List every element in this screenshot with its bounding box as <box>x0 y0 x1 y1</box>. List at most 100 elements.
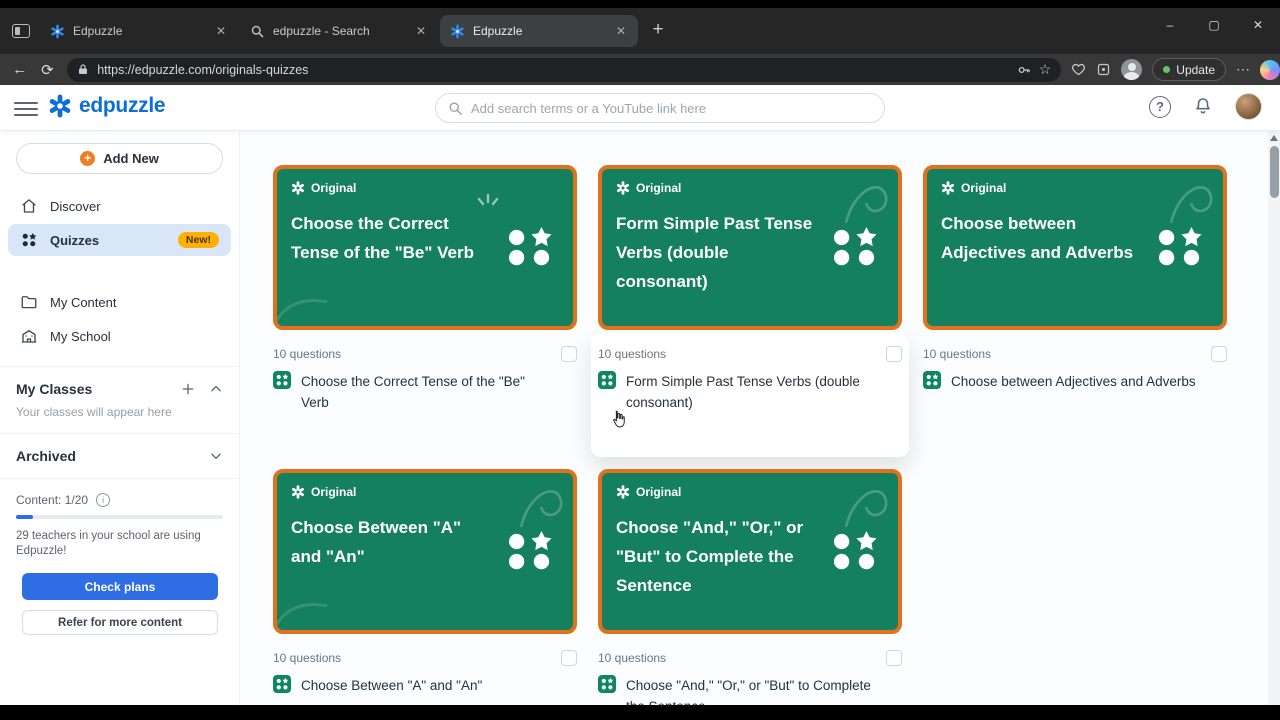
quiz-list-title: Choose between Adjectives and Adverbs <box>951 374 1196 389</box>
minimize-button[interactable]: – <box>1148 8 1192 42</box>
chevron-down-icon[interactable] <box>209 449 223 463</box>
hamburger-menu-icon[interactable] <box>14 98 38 118</box>
loop-doodle <box>1169 186 1213 224</box>
plus-icon: + <box>80 151 96 166</box>
search-input[interactable] <box>471 100 872 116</box>
tab-close-icon[interactable]: ✕ <box>612 22 630 40</box>
quiz-list-title: Choose "And," "Or," or "But" to Complete… <box>626 678 871 705</box>
quiz-mini-icon <box>598 371 616 389</box>
edpuzzle-flower-icon <box>292 181 304 195</box>
edpuzzle-flower-icon <box>617 181 629 195</box>
quiz-card-title: Choose between Adjectives and Adverbs <box>941 214 1134 262</box>
favorites-star-icon[interactable]: ☆ <box>1039 61 1052 78</box>
content-usage: Content: 1/20 i <box>16 493 223 507</box>
browser-tab-1[interactable]: Edpuzzle ✕ <box>40 15 238 47</box>
quiz-card-title: Form Simple Past Tense Verbs (double con… <box>616 214 813 291</box>
password-key-icon[interactable] <box>1017 63 1031 77</box>
quiz-card[interactable]: Original Choose "And," "Or," or "But" to… <box>598 469 902 634</box>
edpuzzle-logo[interactable]: edpuzzle <box>48 94 166 118</box>
browser-menu-icon[interactable]: ⋯ <box>1236 61 1250 78</box>
quiz-mini-icon <box>598 675 616 693</box>
check-plans-button[interactable]: Check plans <box>22 573 218 600</box>
update-button[interactable]: Update <box>1152 58 1226 81</box>
sidebar-item-label: Discover <box>50 198 101 214</box>
help-icon[interactable]: ? <box>1149 95 1171 118</box>
chevron-up-icon[interactable] <box>209 382 223 396</box>
sidebar-item-label: My School <box>50 328 111 344</box>
copilot-icon[interactable] <box>1260 59 1280 80</box>
quiz-list-link[interactable]: Choose the Correct Tense of the "Be" Ver… <box>273 371 577 413</box>
browser-essentials-icon[interactable] <box>1071 62 1086 77</box>
quiz-list-title: Form Simple Past Tense Verbs (double con… <box>626 374 860 410</box>
quiz-meta: 10 questions Choose the Correct Tense of… <box>273 346 577 413</box>
questions-count: 10 questions <box>598 347 667 361</box>
quiz-list-link[interactable]: Choose "And," "Or," or "But" to Complete… <box>598 675 902 705</box>
quiz-card[interactable]: Original Choose between Adjectives and A… <box>923 165 1227 330</box>
sidebar-item-my-school[interactable]: My School <box>8 320 231 352</box>
quiz-cell-4: Original Choose Between "A" and "An" 10 … <box>273 469 577 705</box>
select-checkbox[interactable] <box>561 346 577 362</box>
screen: Edpuzzle ✕ edpuzzle - Search ✕ Edpuzzle … <box>0 0 1280 720</box>
teachers-note: 29 teachers in your school are using Edp… <box>16 530 201 557</box>
browser-tab-3-active[interactable]: Edpuzzle ✕ <box>440 15 638 47</box>
quiz-card[interactable]: Original Form Simple Past Tense Verbs (d… <box>598 165 902 330</box>
scrollbar-up-arrow[interactable] <box>1270 135 1278 141</box>
scrollbar-thumb[interactable] <box>1269 146 1279 198</box>
edpuzzle-app: edpuzzle ? + Add New Discover <box>0 85 1280 705</box>
back-icon[interactable]: ← <box>6 61 34 78</box>
original-badge-label: Original <box>636 485 682 499</box>
sidebar-item-discover[interactable]: Discover <box>8 190 231 222</box>
quiz-list-link[interactable]: Form Simple Past Tense Verbs (double con… <box>598 371 902 413</box>
archived-section[interactable]: Archived <box>16 448 223 464</box>
quiz-meta-hovered: 10 questions Form Simple Past Tense Verb… <box>591 333 909 457</box>
browser-tabstrip: Edpuzzle ✕ edpuzzle - Search ✕ Edpuzzle … <box>0 8 1280 54</box>
search-favicon <box>251 25 264 37</box>
tab-title: edpuzzle - Search <box>273 24 370 38</box>
refresh-icon[interactable]: ⟳ <box>34 61 62 79</box>
vertical-scrollbar[interactable] <box>1268 131 1280 705</box>
select-checkbox[interactable] <box>886 346 902 362</box>
workspace-icon[interactable] <box>12 24 30 38</box>
select-checkbox[interactable] <box>561 650 577 666</box>
notifications-bell-icon[interactable] <box>1193 96 1213 117</box>
select-checkbox[interactable] <box>1211 346 1227 362</box>
quiz-list-link[interactable]: Choose between Adjectives and Adverbs <box>923 371 1227 392</box>
divider <box>0 478 239 479</box>
browser-profile-avatar[interactable] <box>1121 59 1143 80</box>
select-checkbox[interactable] <box>886 650 902 666</box>
app-header: edpuzzle ? <box>0 85 1280 131</box>
quiz-card-title: Choose "And," "Or," or "But" to Complete… <box>616 518 804 595</box>
quiz-card[interactable]: Original Choose the Correct Tense of the… <box>273 165 577 330</box>
sidebar-item-my-content[interactable]: My Content <box>8 286 231 318</box>
loop-doodle <box>844 186 888 224</box>
maximize-button[interactable]: ▢ <box>1192 8 1236 42</box>
original-badge-label: Original <box>311 181 357 195</box>
quiz-grid-icon <box>508 226 552 265</box>
user-avatar[interactable] <box>1235 93 1262 120</box>
loop-doodle <box>519 490 563 528</box>
quiz-grid-icon <box>1158 226 1202 265</box>
close-button[interactable]: ✕ <box>1236 8 1280 42</box>
quiz-grid-icon <box>833 530 877 569</box>
archived-title: Archived <box>16 448 76 464</box>
add-class-icon[interactable] <box>181 382 195 396</box>
tab-close-icon[interactable]: ✕ <box>412 22 430 40</box>
questions-count: 10 questions <box>273 347 342 361</box>
refer-button[interactable]: Refer for more content <box>22 610 218 635</box>
info-icon[interactable]: i <box>96 493 111 507</box>
quiz-cell-1: Original Choose the Correct Tense of the… <box>273 165 577 457</box>
address-bar[interactable]: https://edpuzzle.com/originals-quizzes ☆ <box>67 57 1062 82</box>
browser-tab-2[interactable]: edpuzzle - Search ✕ <box>240 15 438 47</box>
add-new-button[interactable]: + Add New <box>16 143 223 174</box>
quiz-list-link[interactable]: Choose Between "A" and "An" <box>273 675 577 696</box>
sidebar-item-quizzes[interactable]: Quizzes New! <box>8 224 231 256</box>
tab-close-icon[interactable]: ✕ <box>212 22 230 40</box>
sidebar: + Add New Discover Quizzes New! My Conte… <box>0 131 240 705</box>
original-badge-label: Original <box>311 485 357 499</box>
my-classes-title: My Classes <box>16 381 93 397</box>
extensions-icon[interactable] <box>1096 62 1111 77</box>
edpuzzle-flower-icon <box>49 94 71 118</box>
quiz-card[interactable]: Original Choose Between "A" and "An" <box>273 469 577 634</box>
new-tab-button[interactable]: + <box>644 17 672 45</box>
edpuzzle-favicon <box>451 24 464 38</box>
